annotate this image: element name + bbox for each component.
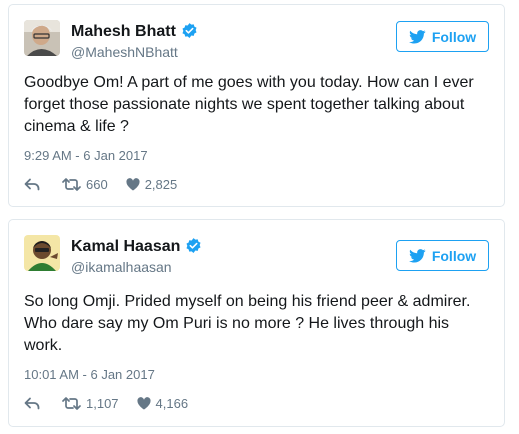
reply-button[interactable] [24,178,40,191]
tweet-actions: 1,107 4,166 [24,396,206,411]
tweet-card: Kamal Haasan @ikamalhaasan Follow So lon… [8,219,505,427]
tweet-actions: 660 2,825 [24,177,195,192]
twitter-bird-icon [408,248,426,263]
twitter-bird-icon [408,29,426,44]
avatar[interactable] [24,20,60,56]
follow-button[interactable]: Follow [396,21,489,52]
display-name[interactable]: Mahesh Bhatt [71,22,198,44]
reply-icon [24,397,40,410]
reply-button[interactable] [24,397,40,410]
tweet-timestamp[interactable]: 10:01 AM - 6 Jan 2017 [24,367,155,382]
tweet-timestamp[interactable]: 9:29 AM - 6 Jan 2017 [24,148,148,163]
verified-badge-icon [185,237,202,259]
tweet-text: Goodbye Om! A part of me goes with you t… [24,74,474,135]
follow-button[interactable]: Follow [396,240,489,271]
avatar[interactable] [24,235,60,271]
retweet-count: 660 [86,177,108,192]
retweet-count: 1,107 [86,396,119,411]
like-button[interactable]: 4,166 [136,396,189,411]
tweet-text: So long Omji. Prided myself on being his… [24,293,471,354]
like-button[interactable]: 2,825 [126,177,178,192]
reply-icon [24,178,40,191]
follow-button-label: Follow [431,247,477,264]
retweet-button[interactable]: 660 [62,177,108,192]
like-icon [126,178,140,191]
user-handle[interactable]: @MaheshNBhatt [71,44,178,60]
retweet-icon [62,397,81,410]
display-name[interactable]: Kamal Haasan [71,237,202,259]
like-count: 4,166 [155,396,189,411]
retweet-button[interactable]: 1,107 [62,396,119,411]
follow-button-label: Follow [431,28,477,45]
retweet-icon [62,178,81,191]
like-count: 2,825 [144,177,178,192]
like-icon [136,397,151,410]
tweet-card: Mahesh Bhatt @MaheshNBhatt Follow Goodby… [8,4,505,207]
user-handle[interactable]: @ikamalhaasan [71,259,172,275]
verified-badge-icon [181,22,198,44]
